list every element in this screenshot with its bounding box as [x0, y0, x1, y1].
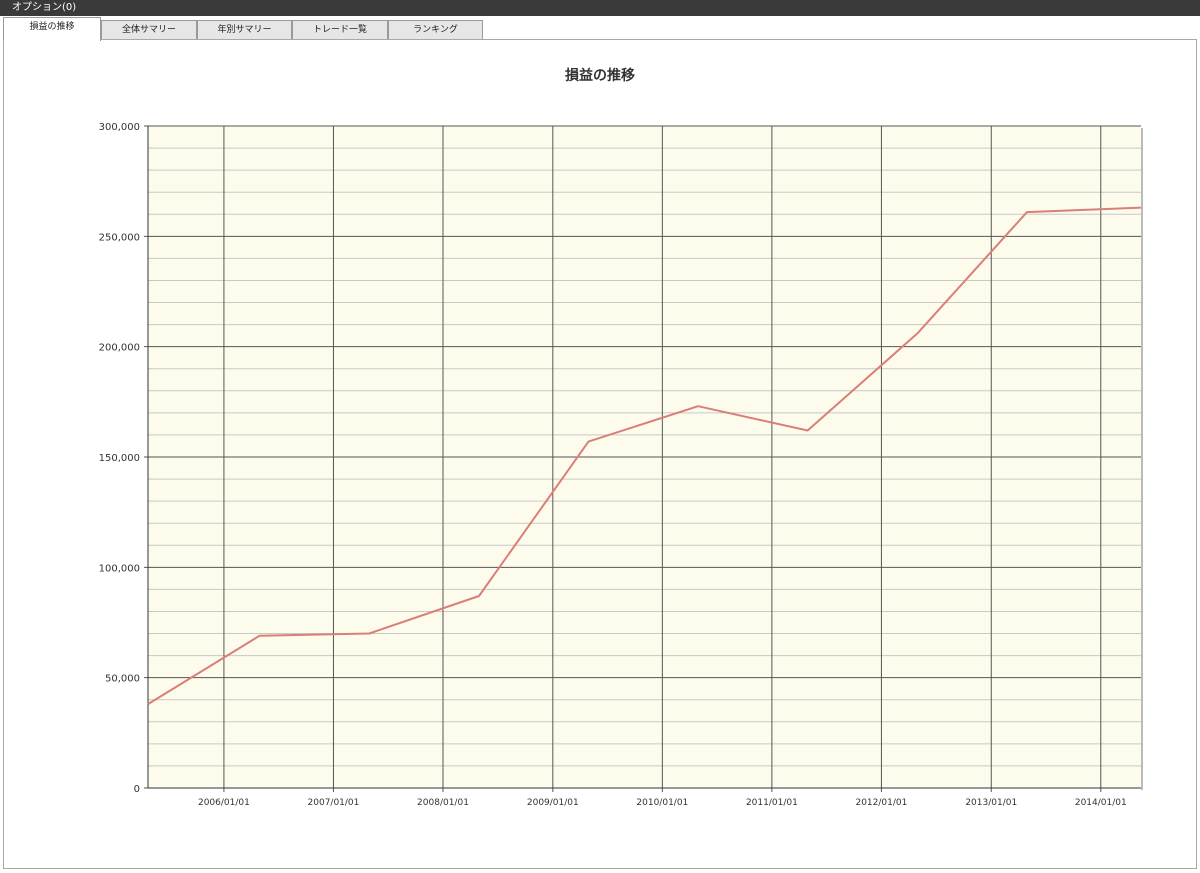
tab-profit-trend[interactable]: 損益の推移 [3, 17, 101, 41]
x-tick-label: 2014/01/01 [1075, 798, 1127, 808]
x-tick-label: 2013/01/01 [965, 798, 1017, 808]
x-tick-label: 2012/01/01 [855, 798, 907, 808]
y-tick-label: 150,000 [99, 453, 140, 464]
x-tick-label: 2009/01/01 [527, 798, 579, 808]
y-tick-label: 250,000 [99, 232, 140, 243]
x-tick-label: 2006/01/01 [198, 798, 250, 808]
x-tick-label: 2008/01/01 [417, 798, 469, 808]
profit-chart: 0 50,000 100,000 150,000 200,000 250,000 300,0… [99, 67, 1143, 808]
x-tick-label: 2011/01/01 [746, 798, 798, 808]
y-tick-label: 200,000 [99, 343, 140, 354]
y-tick-label: 0 [134, 784, 140, 795]
x-tick-label: 2007/01/01 [308, 798, 360, 808]
y-tick-label: 100,000 [99, 563, 140, 574]
chart-title: 損益の推移 [565, 67, 635, 84]
y-tick-label: 300,000 [99, 122, 140, 133]
y-tick-label: 50,000 [105, 674, 140, 685]
x-tick-label: 2010/01/01 [636, 798, 688, 808]
